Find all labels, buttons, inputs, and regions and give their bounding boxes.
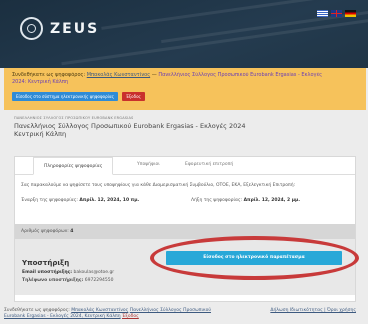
zeus-logo-icon [20, 17, 43, 40]
tab-election-committee[interactable]: Εφορευτική επιτροπή [185, 162, 233, 167]
support-email[interactable]: bakoulas@otoe.gr [73, 270, 114, 275]
footer-privacy-link[interactable]: Δήλωση Ιδιωτικότητας | Όροι χρήσης [270, 308, 356, 314]
logout-button[interactable]: Έξοδος [121, 92, 145, 101]
footer-prefix: Συνδεθήκατε ως ψηφοφόρος: [4, 308, 70, 313]
english-flag-icon[interactable] [331, 10, 342, 17]
end-value: Απρίλ. 12, 2024, 2 μμ. [243, 198, 301, 203]
german-flag-icon[interactable] [345, 10, 356, 17]
voting-period-row: Έναρξη της ψηφοφορίας: Απρίλ. 12, 2024, … [15, 193, 355, 208]
start-value: Απρίλ. 12, 2024, 10 πμ. [79, 198, 140, 203]
support-section: Υποστήριξη Email υποστήριξης: bakoulas@o… [15, 239, 355, 295]
voters-value: 4 [70, 229, 74, 234]
footer-logout-link[interactable]: Έξοδος [122, 314, 139, 319]
voting-instructions: Σας παρακαλούμε να ψηφίσετε τους υποψηφί… [21, 183, 296, 188]
voters-count-row: Αριθμός ψηφοφόρων: 4 [15, 224, 355, 239]
support-phone: 6972294550 [84, 278, 114, 283]
login-notice: Συνδεθήκατε ως ψηφοφόρος: Μπακολάς Κωνστ… [4, 68, 366, 110]
election-title-line1: Πανελλήνιος Σύλλογος Προσωπικού Eurobank… [14, 122, 246, 130]
election-info-card: Πληροφορίες ψηφοφορίας Υποψήφιοι Εφορευτ… [14, 156, 356, 302]
tab-bar: Πληροφορίες ψηφοφορίας Υποψήφιοι Εφορευτ… [15, 157, 355, 175]
end-label: Λήξη της ψηφοφορίας: [191, 198, 243, 203]
support-phone-row: Τηλέφωνο υποστήριξης: 6972294550 [22, 278, 113, 283]
election-title-line2: Κεντρική Κάλπη [14, 130, 67, 138]
support-email-row: Email υποστήριξης: bakoulas@otoe.gr [22, 270, 114, 275]
voter-link[interactable]: Μπακολάς Κωνσταντίνος [87, 72, 150, 78]
election-title: Πανελλήνιος Σύλλογος Προσωπικού Eurobank… [14, 122, 354, 138]
support-phone-label: Τηλέφωνο υποστήριξης: [22, 278, 84, 283]
enter-voting-button[interactable]: Είσοδος στο σύστημα ηλεκτρονικής ψηφοφορ… [12, 92, 118, 101]
greek-flag-icon[interactable] [317, 10, 328, 17]
start-label: Έναρξη της ψηφοφορίας: [21, 198, 78, 203]
election-link[interactable]: Πανελλήνιος Σύλλογος Προσωπικού Eurobank… [158, 72, 322, 78]
footer-voter-link[interactable]: Μπακολάς Κωνσταντίνος [71, 308, 128, 313]
footer-election-link-cont[interactable]: Eurobank Ergasias - Εκλογές 2024, Κεντρι… [4, 314, 121, 319]
support-title: Υποστήριξη [22, 259, 70, 267]
election-header: ΠΑΝΕΛΛΗΝΙΟΣ ΣΥΛΛΟΓΟΣ ΠΡΟΣΩΠΙΚΟΥ EUROBANK… [0, 110, 368, 154]
support-email-label: Email υποστήριξης: [22, 270, 73, 275]
organization-caption: ΠΑΝΕΛΛΗΝΙΟΣ ΣΥΛΛΟΓΟΣ ΠΡΟΣΩΠΙΚΟΥ EUROBANK… [14, 116, 134, 120]
voters-label: Αριθμός ψηφοφόρων: [21, 229, 69, 234]
tab-voting-info[interactable]: Πληροφορίες ψηφοφορίας [33, 157, 114, 175]
footer-election-link[interactable]: Πανελλήνιος Σύλλογος Προσωπικού [130, 308, 211, 313]
brand-name: ZEUS [50, 21, 100, 37]
app-header: ZEUS [0, 0, 368, 68]
footer: Συνδεθήκατε ως ψηφοφόρος: Μπακολάς Κωνστ… [4, 308, 368, 324]
enter-voting-booth-button[interactable]: Είσοδος στο ηλεκτρονικό παραπέτασμα [166, 251, 342, 265]
election-link-cont[interactable]: 2024: Κεντρική Κάλπη [12, 79, 358, 86]
notice-prefix: Συνδεθήκατε ως ψηφοφόρος: [12, 72, 86, 78]
language-switcher[interactable] [317, 10, 356, 17]
tab-candidates[interactable]: Υποψήφιοι [137, 162, 160, 167]
